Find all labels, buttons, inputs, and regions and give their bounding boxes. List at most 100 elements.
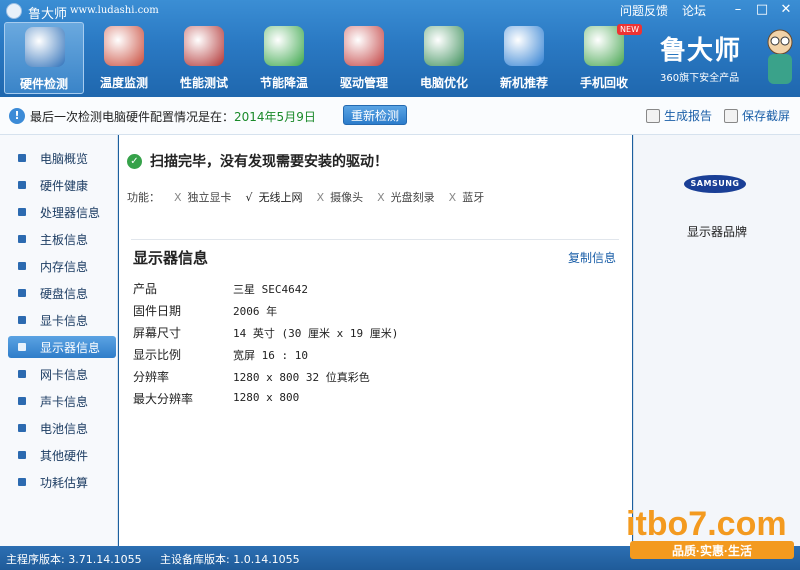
sidebar-item-label: 硬盘信息 bbox=[40, 287, 89, 301]
x-mark-icon: X bbox=[448, 191, 457, 204]
bullet-icon bbox=[18, 181, 26, 189]
tab-label: 驱动管理 bbox=[339, 76, 388, 90]
sidebar-item[interactable]: 电脑概览 bbox=[8, 147, 116, 169]
bullet-icon bbox=[18, 316, 26, 324]
sidebar-item-label: 显卡信息 bbox=[40, 314, 89, 328]
new-pc-icon bbox=[504, 26, 544, 66]
tab-clover[interactable]: 节能降温 bbox=[244, 22, 324, 94]
bullet-icon bbox=[18, 370, 26, 378]
new-badge: NEW bbox=[617, 24, 642, 35]
tab-label: 温度监测 bbox=[99, 76, 148, 90]
tab-optimize-screen[interactable]: 电脑优化 bbox=[404, 22, 484, 94]
sidebar-item[interactable]: 硬件健康 bbox=[8, 174, 116, 196]
sidebar-item-label: 处理器信息 bbox=[40, 206, 101, 220]
generate-report-button[interactable]: 生成报告 bbox=[645, 107, 712, 124]
last-check-text: 最后一次检测电脑硬件配置情况是在：2014年5月9日 bbox=[30, 108, 316, 125]
sidebar-item[interactable]: 处理器信息 bbox=[8, 201, 116, 223]
sidebar-item[interactable]: 声卡信息 bbox=[8, 390, 116, 412]
sidebar-item-label: 功耗估算 bbox=[40, 476, 89, 490]
x-mark-icon: X bbox=[316, 191, 325, 204]
scan-status: ✓ 扫描完毕，没有发现需要安装的驱动！ bbox=[127, 151, 388, 171]
title-bar: 鲁大师 www.ludashi.com 问题反馈 论坛 – □ ✕ bbox=[0, 0, 800, 22]
tab-thermometer[interactable]: 温度监测 bbox=[84, 22, 164, 94]
sidebar-item[interactable]: 网卡信息 bbox=[8, 363, 116, 385]
minimize-button[interactable]: – bbox=[730, 2, 746, 17]
tab-driver-chip[interactable]: 驱动管理 bbox=[324, 22, 404, 94]
function-label: 光盘刻录 bbox=[390, 191, 435, 204]
printer-icon bbox=[645, 108, 660, 123]
copy-info-link[interactable]: 复制信息 bbox=[568, 249, 616, 266]
sidebar-item-label: 显示器信息 bbox=[40, 341, 101, 355]
thermometer-icon bbox=[104, 26, 144, 66]
sidebar-item[interactable]: 电池信息 bbox=[8, 417, 116, 439]
x-mark-icon: X bbox=[377, 191, 385, 204]
window-controls: – □ ✕ bbox=[730, 2, 794, 17]
function-label: 蓝牙 bbox=[462, 191, 485, 204]
watermark-logo: itbo7.com 品质·实惠·生活 bbox=[626, 505, 794, 559]
tab-label: 节能降温 bbox=[259, 76, 308, 90]
maximize-button[interactable]: □ bbox=[754, 2, 770, 17]
driver-chip-icon bbox=[344, 26, 384, 66]
function-label: 摄像头 bbox=[330, 191, 364, 204]
save-screenshot-button[interactable]: 保存截屏 bbox=[723, 107, 790, 124]
speedometer-icon bbox=[184, 26, 224, 66]
brand: 鲁大师 360旗下安全产品 bbox=[660, 30, 770, 90]
sidebar-item[interactable]: 内存信息 bbox=[8, 255, 116, 277]
watermark-slogan: 品质·实惠·生活 bbox=[672, 543, 752, 558]
info-key: 显示比例 bbox=[133, 348, 182, 362]
info-key: 产品 bbox=[133, 282, 158, 296]
sidebar-item-label: 内存信息 bbox=[40, 260, 89, 274]
function-item: X 摄像头 bbox=[317, 189, 364, 205]
last-check-date: 2014年5月9日 bbox=[234, 110, 316, 124]
bullet-icon bbox=[18, 262, 26, 270]
divider bbox=[131, 239, 619, 240]
info-value: 1280 x 800 bbox=[233, 391, 300, 404]
feedback-link[interactable]: 问题反馈 bbox=[620, 2, 668, 19]
mascot-icon bbox=[767, 29, 793, 84]
camera-icon bbox=[723, 108, 738, 123]
watermark-logo-text: itbo7.com bbox=[626, 505, 787, 543]
tab-new-pc[interactable]: 新机推荐 bbox=[484, 22, 564, 94]
sidebar-item[interactable]: 显示器信息 bbox=[8, 336, 116, 358]
sidebar-item[interactable]: 主板信息 bbox=[8, 228, 116, 250]
clover-icon bbox=[264, 26, 304, 66]
function-item: √ 无线上网 bbox=[246, 189, 303, 205]
function-list: 功能： X 独立显卡 √ 无线上网 X 摄像头 X 光盘刻录 X 蓝牙 bbox=[127, 189, 484, 205]
tab-speedometer[interactable]: 性能测试 bbox=[164, 22, 244, 94]
tab-hardware-check[interactable]: 硬件检测 bbox=[4, 22, 84, 94]
recheck-button[interactable]: 重新检测 bbox=[343, 105, 407, 125]
save-screenshot-label: 保存截屏 bbox=[741, 109, 790, 123]
tab-phone-recycle[interactable]: 手机回收 NEW bbox=[564, 22, 644, 94]
x-mark-icon: X bbox=[174, 191, 182, 204]
sidebar-item[interactable]: 硬盘信息 bbox=[8, 282, 116, 304]
bullet-icon bbox=[18, 154, 26, 162]
brand-caption: 显示器品牌 bbox=[686, 225, 747, 239]
info-bar: ! 最后一次检测电脑硬件配置情况是在：2014年5月9日 重新检测 生成报告 保… bbox=[0, 97, 800, 135]
sidebar-item-label: 主板信息 bbox=[40, 233, 89, 247]
title-links: 问题反馈 论坛 bbox=[620, 2, 706, 19]
app-logo-icon bbox=[6, 3, 22, 19]
check-icon: ✓ bbox=[127, 153, 142, 169]
tab-label: 性能测试 bbox=[179, 76, 228, 90]
close-button[interactable]: ✕ bbox=[778, 2, 794, 17]
app-name: 鲁大师 bbox=[28, 7, 68, 22]
generate-report-label: 生成报告 bbox=[663, 109, 712, 123]
sidebar-item[interactable]: 其他硬件 bbox=[8, 444, 116, 466]
info-value: 14 英寸 (30 厘米 x 19 厘米) bbox=[233, 327, 399, 340]
info-key: 最大分辨率 bbox=[133, 392, 194, 406]
tab-label: 电脑优化 bbox=[419, 76, 468, 90]
actions: 生成报告 保存截屏 bbox=[645, 107, 790, 124]
samsung-logo-icon: SAMSUNG bbox=[684, 175, 746, 193]
info-key: 固件日期 bbox=[133, 304, 182, 318]
main-version: 主程序版本: 3.71.14.1055 bbox=[6, 553, 142, 566]
tab-label: 手机回收 bbox=[579, 76, 628, 90]
tab-label: 硬件检测 bbox=[19, 77, 68, 91]
sidebar-item[interactable]: 显卡信息 bbox=[8, 309, 116, 331]
sidebar-item[interactable]: 功耗估算 bbox=[8, 471, 116, 493]
forum-link[interactable]: 论坛 bbox=[682, 2, 706, 19]
main-toolbar: 硬件检测 温度监测 性能测试 节能降温 驱动管理 电脑优化 新机推荐 手机回收 NEW bbox=[4, 22, 644, 96]
brand-panel: SAMSUNG 显示器品牌 bbox=[633, 135, 800, 546]
bullet-icon bbox=[18, 451, 26, 459]
sidebar: 电脑概览硬件健康处理器信息主板信息内存信息硬盘信息显卡信息显示器信息网卡信息声卡… bbox=[0, 135, 118, 546]
brand-tagline: 360旗下安全产品 bbox=[660, 73, 740, 84]
